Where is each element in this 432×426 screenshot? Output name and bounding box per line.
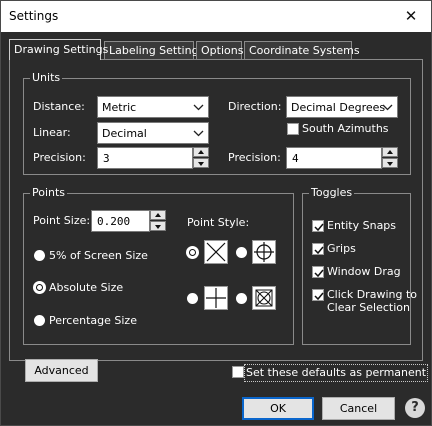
units-group: Units Distance: Metric Linear: Decimal P… [23,71,411,175]
spin-down-button[interactable] [150,221,166,231]
radio-absolute-size[interactable] [34,282,45,293]
spin-down-button[interactable] [382,158,398,168]
arrow-up-icon [155,213,161,217]
entity-snaps-checkbox[interactable] [312,220,324,232]
ok-button[interactable]: OK [242,397,314,420]
direction-value: Decimal Degrees [291,101,386,114]
units-legend: Units [30,71,63,85]
south-azimuths-checkbox[interactable] [287,123,299,135]
points-group: Points Point Size: 0.200 5% of Screen Si… [23,186,294,345]
tab-coordinate-systems[interactable]: Coordinate Systems [244,41,360,59]
point-style-circle-crosshair-icon[interactable] [252,240,276,264]
click-drawing-label-line2[interactable]: Clear Selection [327,301,410,315]
precision-left-stepper[interactable] [193,147,209,169]
toggles-group: Toggles Entity Snaps Grips Window Drag C… [302,186,417,345]
radio-style-x[interactable] [187,247,198,258]
window-drag-label[interactable]: Window Drag [327,265,401,279]
chevron-down-icon [193,104,204,111]
distance-label: Distance: [33,100,85,113]
point-style-label: Point Style: [187,216,250,229]
distance-value: Metric [102,101,137,114]
permanent-defaults-checkbox[interactable] [232,366,244,378]
precision-left-value: 3 [103,152,110,165]
window-title: Settings [9,9,59,23]
cancel-button[interactable]: Cancel [322,397,395,420]
toggles-legend: Toggles [309,186,355,200]
spin-up-button[interactable] [150,210,166,220]
point-size-label: Point Size: [33,214,91,227]
radio-percentage-size[interactable] [34,315,45,326]
spin-down-button[interactable] [193,158,209,168]
title-bar[interactable]: Settings ✕ [1,1,431,32]
tab-drawing-settings[interactable]: Drawing Settings [9,39,108,60]
radio-style-plus[interactable] [187,293,198,304]
point-style-x-in-circle-box-icon[interactable] [252,286,276,310]
chevron-down-icon [382,104,393,111]
point-size-stepper[interactable] [150,210,166,232]
point-style-plus-in-box-icon[interactable] [204,286,228,310]
radio-style-x-circle[interactable] [236,293,247,304]
arrow-up-icon [198,150,204,154]
precision-left-label: Precision: [33,151,86,164]
chevron-down-icon [193,130,204,137]
help-icon[interactable]: ? [405,398,425,418]
advanced-button[interactable]: Advanced [25,359,98,382]
entity-snaps-label[interactable]: Entity Snaps [327,219,396,233]
precision-right-input[interactable]: 4 [286,147,382,169]
precision-right-stepper[interactable] [382,147,398,169]
distance-select[interactable]: Metric [97,96,209,118]
precision-right-label: Precision: [228,151,281,164]
click-drawing-label-line1[interactable]: Click Drawing to [327,288,417,302]
direction-label: Direction: [228,100,282,113]
points-legend: Points [30,186,68,200]
arrow-down-icon [155,225,161,229]
close-button[interactable]: ✕ [391,1,431,32]
arrow-down-icon [198,162,204,166]
point-size-input[interactable]: 0.200 [91,210,150,232]
south-azimuths-label[interactable]: South Azimuths [302,122,389,136]
point-size-value: 0.200 [97,215,131,228]
radio-screen-size[interactable] [34,250,45,261]
tab-options[interactable]: Options [196,41,243,59]
point-style-x-in-box-icon[interactable] [204,240,228,264]
absolute-size-label[interactable]: Absolute Size [49,281,123,295]
arrow-up-icon [387,150,393,154]
direction-select[interactable]: Decimal Degrees [286,96,398,118]
screen-size-label[interactable]: 5% of Screen Size [49,249,148,263]
spin-up-button[interactable] [382,147,398,157]
linear-label: Linear: [33,126,71,139]
precision-right-value: 4 [292,152,299,165]
drawing-settings-panel: Units Distance: Metric Linear: Decimal P… [9,59,429,382]
arrow-down-icon [387,162,393,166]
linear-value: Decimal [102,127,147,140]
grips-label[interactable]: Grips [327,242,356,256]
spin-up-button[interactable] [193,147,209,157]
permanent-defaults-label[interactable]: Set these defaults as permanent [243,364,429,382]
precision-left-input[interactable]: 3 [97,147,193,169]
click-drawing-clear-checkbox[interactable] [312,289,324,301]
window-drag-checkbox[interactable] [312,266,324,278]
settings-dialog: Settings ✕ Drawing Settings Labeling Set… [0,0,432,426]
linear-select[interactable]: Decimal [97,122,209,144]
grips-checkbox[interactable] [312,243,324,255]
tab-labeling-settings[interactable]: Labeling Settings [104,41,204,59]
radio-style-circle-cross[interactable] [236,247,247,258]
percentage-size-label[interactable]: Percentage Size [49,314,137,328]
